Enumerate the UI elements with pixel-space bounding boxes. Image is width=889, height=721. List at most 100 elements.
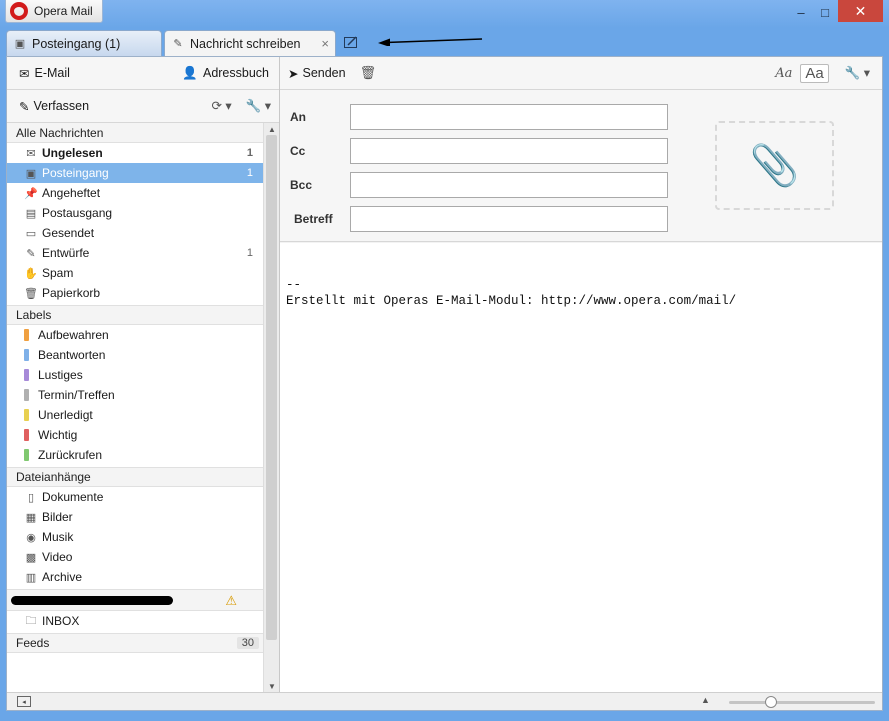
tab-label: Nachricht schreiben bbox=[190, 36, 301, 51]
folder-label: Postausgang bbox=[42, 206, 113, 220]
opera-menu-button[interactable]: Opera Mail bbox=[5, 0, 103, 23]
folder-item[interactable]: ▣ Posteingang 1 bbox=[7, 163, 263, 183]
label-tag-icon bbox=[24, 409, 29, 421]
message-body-text: -- Erstellt mit Operas E-Mail-Modul: htt… bbox=[286, 278, 737, 308]
message-headers: An Cc Bcc Betreff 📎 bbox=[280, 90, 882, 242]
new-message-tab-button[interactable] bbox=[342, 33, 360, 51]
message-body[interactable]: -- Erstellt mit Operas E-Mail-Modul: htt… bbox=[280, 243, 882, 692]
label-item[interactable]: Aufbewahren bbox=[7, 325, 263, 345]
label-name: Unerledigt bbox=[38, 408, 93, 422]
label-name: Beantworten bbox=[38, 348, 106, 362]
attachment-item[interactable]: ▩ Video bbox=[7, 547, 263, 567]
attachment-label: Video bbox=[42, 550, 73, 564]
attachment-item[interactable]: ▯ Dokumente bbox=[7, 487, 263, 507]
folder-item[interactable]: 📌 Angeheftet bbox=[7, 183, 263, 203]
section-attachments[interactable]: Dateianhänge bbox=[7, 467, 263, 487]
sync-menu-icon[interactable]: ⟳ ▾ bbox=[211, 98, 231, 114]
delete-draft-icon[interactable]: 🗑 bbox=[360, 65, 377, 81]
subject-field[interactable] bbox=[350, 206, 668, 232]
account-header[interactable]: ⚠ bbox=[7, 589, 263, 611]
compose-label: Verfassen bbox=[33, 99, 90, 113]
status-bar: ◂ ▲ bbox=[7, 692, 882, 710]
folder-label: Entwürfe bbox=[42, 246, 90, 260]
cc-field[interactable] bbox=[350, 138, 668, 164]
folder-label: Posteingang bbox=[42, 166, 109, 180]
label-tag-icon bbox=[24, 389, 29, 401]
folder-item[interactable]: ▤ Postausgang bbox=[7, 203, 263, 223]
to-field[interactable] bbox=[350, 104, 668, 130]
zoom-up-icon[interactable]: ▲ bbox=[701, 695, 710, 705]
attachment-dropzone[interactable]: 📎 bbox=[715, 121, 834, 210]
label-item[interactable]: Unerledigt bbox=[7, 405, 263, 425]
scroll-up-icon[interactable]: ▲ bbox=[264, 123, 280, 135]
envelope-icon: ✉ bbox=[19, 66, 30, 81]
label-item[interactable]: Wichtig bbox=[7, 425, 263, 445]
pin-icon: 📌 bbox=[24, 187, 38, 200]
panel-toggle-icon[interactable]: ◂ bbox=[17, 696, 31, 707]
send-button[interactable]: ➤ Senden bbox=[288, 66, 346, 81]
label-item[interactable]: Lustiges bbox=[7, 365, 263, 385]
title-bar: Opera Mail – □ ✕ bbox=[0, 0, 889, 28]
left-panel: ✉ E-Mail 👤 Adressbuch ✎ Verfassen ⟳ ▾ 🔧 … bbox=[7, 57, 280, 692]
folder-inbox[interactable]: 🗀 INBOX bbox=[7, 611, 263, 631]
folder-label: Gesendet bbox=[42, 226, 95, 240]
compose-button[interactable]: ✎ Verfassen bbox=[19, 99, 89, 114]
folder-tree: Alle Nachrichten ✉ Ungelesen 1 ▣ Posteingang… bbox=[7, 123, 263, 692]
settings-menu-icon[interactable]: 🔧 ▾ bbox=[246, 98, 271, 114]
maximize-button[interactable]: □ bbox=[811, 0, 839, 24]
label-tag-icon bbox=[24, 329, 29, 341]
folder-item[interactable]: 🗑 Papierkorb bbox=[7, 283, 263, 303]
opera-logo-icon bbox=[10, 2, 28, 20]
folder-item[interactable]: ✉ Ungelesen 1 bbox=[7, 143, 263, 163]
music-icon: ◉ bbox=[26, 531, 36, 544]
attachment-item[interactable]: ▥ Archive bbox=[7, 567, 263, 587]
folder-item[interactable]: ✎ Entwürfe 1 bbox=[7, 243, 263, 263]
email-button[interactable]: ✉ E-Mail bbox=[19, 66, 70, 81]
label-name: Wichtig bbox=[38, 428, 78, 442]
wrench-menu-icon[interactable]: 🔧 ▾ bbox=[845, 65, 870, 81]
folder-label: Ungelesen bbox=[42, 146, 103, 160]
trash-icon: 🗑 bbox=[24, 287, 38, 300]
close-window-button[interactable]: ✕ bbox=[838, 0, 883, 22]
label-name: Termin/Treffen bbox=[38, 388, 115, 402]
section-labels[interactable]: Labels bbox=[7, 305, 263, 325]
attachment-item[interactable]: ▦ Bilder bbox=[7, 507, 263, 527]
bcc-field[interactable] bbox=[350, 172, 668, 198]
annotation-arrow-icon bbox=[378, 38, 483, 46]
folder-item[interactable]: ▭ Gesendet bbox=[7, 223, 263, 243]
section-all-messages[interactable]: Alle Nachrichten bbox=[7, 123, 263, 143]
paperclip-icon: 📎 bbox=[749, 144, 800, 188]
redacted-account-name bbox=[11, 595, 173, 605]
folder-item[interactable]: ✋ Spam bbox=[7, 263, 263, 283]
plain-text-format-button[interactable]: Aa bbox=[800, 63, 829, 83]
label-name: Zurückrufen bbox=[38, 448, 103, 462]
folder-icon: 🗀 bbox=[25, 614, 37, 627]
subject-label: Betreff bbox=[294, 212, 333, 226]
label-item[interactable]: Zurückrufen bbox=[7, 445, 263, 465]
attachment-label: Archive bbox=[42, 570, 83, 584]
panel-switcher: ✉ E-Mail 👤 Adressbuch bbox=[7, 57, 279, 90]
compose-row: ✎ Verfassen ⟳ ▾ 🔧 ▾ bbox=[7, 90, 279, 123]
label-tag-icon bbox=[24, 429, 29, 441]
tab-posteingang[interactable]: ▣ Posteingang (1) bbox=[6, 30, 162, 56]
label-tag-icon bbox=[24, 369, 29, 381]
label-item[interactable]: Termin/Treffen bbox=[7, 385, 263, 405]
zoom-slider-knob[interactable] bbox=[765, 696, 777, 708]
tab-compose[interactable]: ✎ Nachricht schreiben × bbox=[164, 30, 336, 56]
section-feeds[interactable]: Feeds 30 bbox=[7, 633, 263, 653]
zoom-slider[interactable] bbox=[729, 696, 875, 708]
attachment-item[interactable]: ◉ Musik bbox=[7, 527, 263, 547]
scroll-down-icon[interactable]: ▼ bbox=[264, 680, 280, 692]
scroll-thumb[interactable] bbox=[266, 135, 277, 640]
attachment-label: Bilder bbox=[42, 510, 73, 524]
folder-scrollbar[interactable]: ▲ ▼ bbox=[263, 123, 279, 692]
compose-icon bbox=[344, 36, 357, 48]
label-item[interactable]: Beantworten bbox=[7, 345, 263, 365]
addressbook-button[interactable]: 👤 Adressbuch bbox=[182, 66, 269, 81]
archive-icon: ▥ bbox=[25, 571, 37, 584]
tab-close-icon[interactable]: × bbox=[321, 36, 329, 51]
spam-icon: ✋ bbox=[24, 267, 38, 280]
inbox-icon: ▣ bbox=[14, 38, 26, 50]
email-label: E-Mail bbox=[34, 66, 70, 80]
rich-text-format-button[interactable]: Aa bbox=[775, 66, 792, 81]
